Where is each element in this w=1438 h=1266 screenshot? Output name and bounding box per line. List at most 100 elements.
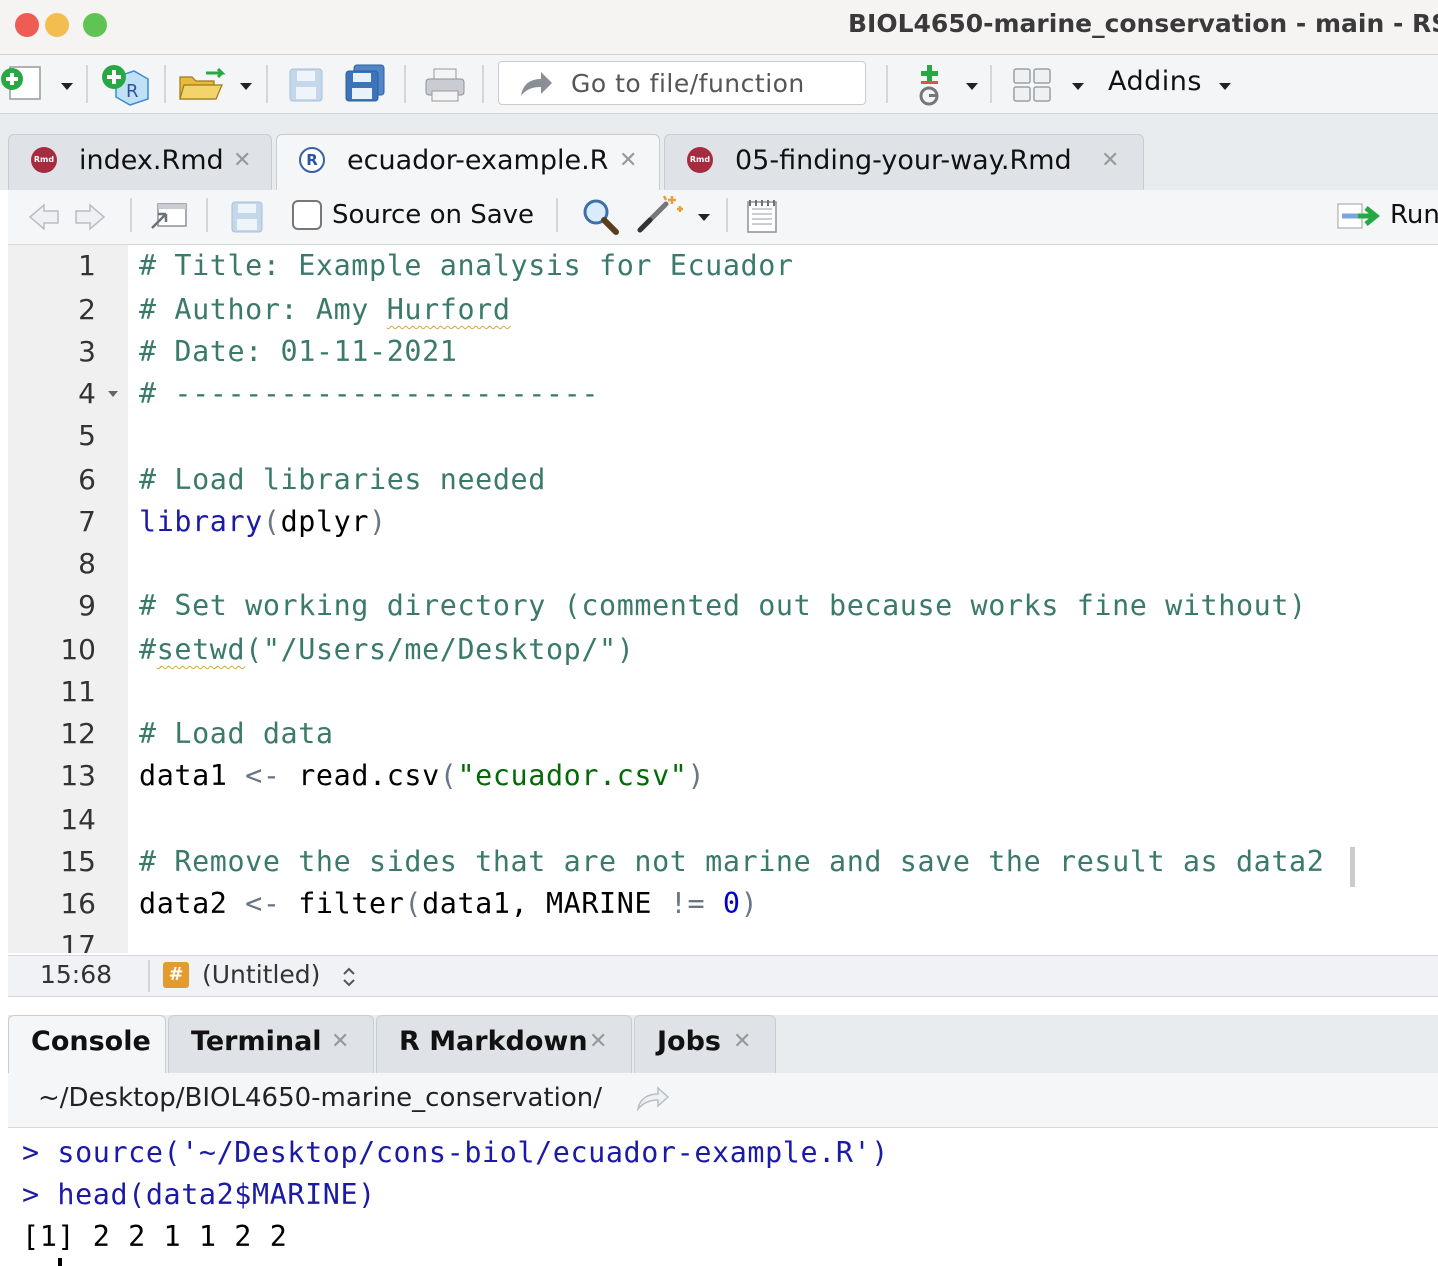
code-token: ( [439,759,458,792]
zoom-window-button[interactable] [83,13,107,37]
window-title-bar: BIOL4650-marine_conservation - main - RS… [0,0,1438,55]
close-tab-icon[interactable]: ✕ [233,148,251,173]
goto-arrow-icon [521,72,552,96]
fold-section-icon[interactable] [108,391,118,397]
toolbar-divider [130,198,132,232]
code-editor[interactable]: 1 # Title: Example analysis for Ecuador … [8,245,1438,953]
goto-file-function-input[interactable]: Go to file/function [498,61,866,105]
code-text: data2 <- filter(data1, MARINE != 0) [139,887,758,920]
forward-arrow-icon[interactable] [74,202,106,232]
goto-placeholder: Go to file/function [571,69,805,98]
print-icon [425,68,465,102]
close-tab-icon[interactable]: ✕ [331,1029,349,1054]
tab-terminal[interactable]: Terminal ✕ [168,1015,374,1073]
new-project-button[interactable]: R [100,63,152,107]
save-button[interactable] [288,67,324,103]
spellcheck-word: setwd [156,633,246,666]
code-line: 6 # Load libraries needed [8,461,1438,503]
section-hash-icon: # [163,962,189,988]
spellcheck-word: Hurford [386,293,511,326]
code-token: <- [245,887,281,920]
tab-r-markdown[interactable]: R Markdown ✕ [376,1015,632,1073]
go-to-directory-arrow-icon[interactable] [636,1085,670,1113]
source-on-save-checkbox[interactable] [292,200,322,230]
new-file-dropdown-icon[interactable] [61,83,73,90]
line-number: 1 [78,249,96,282]
code-line: 7 library(dplyr) [8,503,1438,545]
save-all-icon [345,64,385,102]
code-line: 15 # Remove the sides that are not marin… [8,843,1438,885]
back-arrow-icon[interactable] [28,202,60,232]
console-cursor [58,1258,62,1266]
code-token: dplyr [280,505,370,538]
editor-status-bar: 15:68 # (Untitled) [8,955,1438,997]
compile-report-notebook-icon[interactable] [744,198,780,236]
toolbar-divider [886,65,888,103]
rmd-file-icon: Rmd [31,147,57,173]
code-line: 5 [8,417,1438,459]
toolbar-divider [404,65,406,103]
close-tab-icon[interactable]: ✕ [619,148,637,173]
source-on-save-label: Source on Save [332,200,535,230]
tab-index-rmd[interactable]: Rmd index.Rmd ✕ [8,134,272,190]
pane-layout-button[interactable] [1012,67,1052,103]
addins-dropdown-icon[interactable] [1219,83,1231,90]
line-number: 14 [60,803,96,836]
code-line: 17 [8,927,1438,953]
git-icon [919,65,939,106]
line-number: 9 [78,589,96,622]
code-text: # Date: 01-11-2021 [139,335,458,368]
code-line: 9 # Set working directory (commented out… [8,587,1438,629]
git-dropdown-icon[interactable] [966,83,978,90]
new-file-button[interactable] [0,65,44,101]
toolbar-divider [990,65,992,103]
run-button[interactable]: Run [1390,200,1438,230]
code-token: ( [262,505,281,538]
close-tab-icon[interactable]: ✕ [589,1029,607,1054]
console-line: > source('~/Desktop/cons-biol/ecuador-ex… [22,1136,889,1169]
code-token: != [669,887,706,920]
line-number: 3 [78,335,96,368]
editor-save-icon[interactable] [230,200,264,234]
tab-label: Console [31,1026,151,1057]
console-line: > head(data2$MARINE) [22,1178,376,1211]
code-line: 8 [8,545,1438,587]
code-token: data2 [139,887,246,920]
console-output[interactable]: > source('~/Desktop/cons-biol/ecuador-ex… [8,1128,1438,1266]
code-token: # [139,633,157,666]
git-button[interactable] [914,63,946,107]
code-token: ) [369,505,387,538]
tab-console[interactable]: Console [8,1015,166,1073]
tab-jobs[interactable]: Jobs ✕ [634,1015,776,1073]
code-tools-wand-icon[interactable] [636,194,686,234]
close-tab-icon[interactable]: ✕ [1101,148,1119,173]
code-tools-dropdown-icon[interactable] [698,214,710,221]
console-path-bar: ~/Desktop/BIOL4650-marine_conservation/ [8,1073,1438,1128]
addins-menu[interactable]: Addins [1108,66,1202,97]
code-line: 13 data1 <- read.csv("ecuador.csv") [8,757,1438,799]
open-file-button[interactable] [178,67,228,103]
open-file-icon [179,67,226,100]
tab-ecuador-example-r[interactable]: R ecuador-example.R ✕ [276,134,660,190]
search-icon[interactable] [580,196,620,236]
tab-05-finding-your-way-rmd[interactable]: Rmd 05-finding-your-way.Rmd ✕ [664,134,1144,190]
open-file-dropdown-icon[interactable] [240,83,252,90]
rmd-file-icon: Rmd [687,147,713,173]
show-in-new-window-icon[interactable] [148,200,188,232]
save-icon [289,68,323,102]
minimize-window-button[interactable] [45,13,69,37]
code-text: # Load data [139,717,334,750]
print-button[interactable] [424,67,466,103]
close-tab-icon[interactable]: ✕ [733,1029,751,1054]
run-arrow-icon[interactable] [1336,200,1388,232]
close-window-button[interactable] [15,13,39,37]
pane-layout-dropdown-icon[interactable] [1072,83,1084,90]
scope-selector[interactable]: (Untitled) [202,960,320,989]
pane-layout-icon [1013,68,1051,102]
save-all-button[interactable] [344,63,388,103]
toolbar-divider [726,198,728,232]
updown-chevron-icon[interactable] [342,966,356,988]
console-line: [1] 2 2 1 1 2 2 [22,1220,288,1253]
line-number: 7 [78,505,96,538]
code-text: # Title: Example analysis for Ecuador [139,249,794,282]
